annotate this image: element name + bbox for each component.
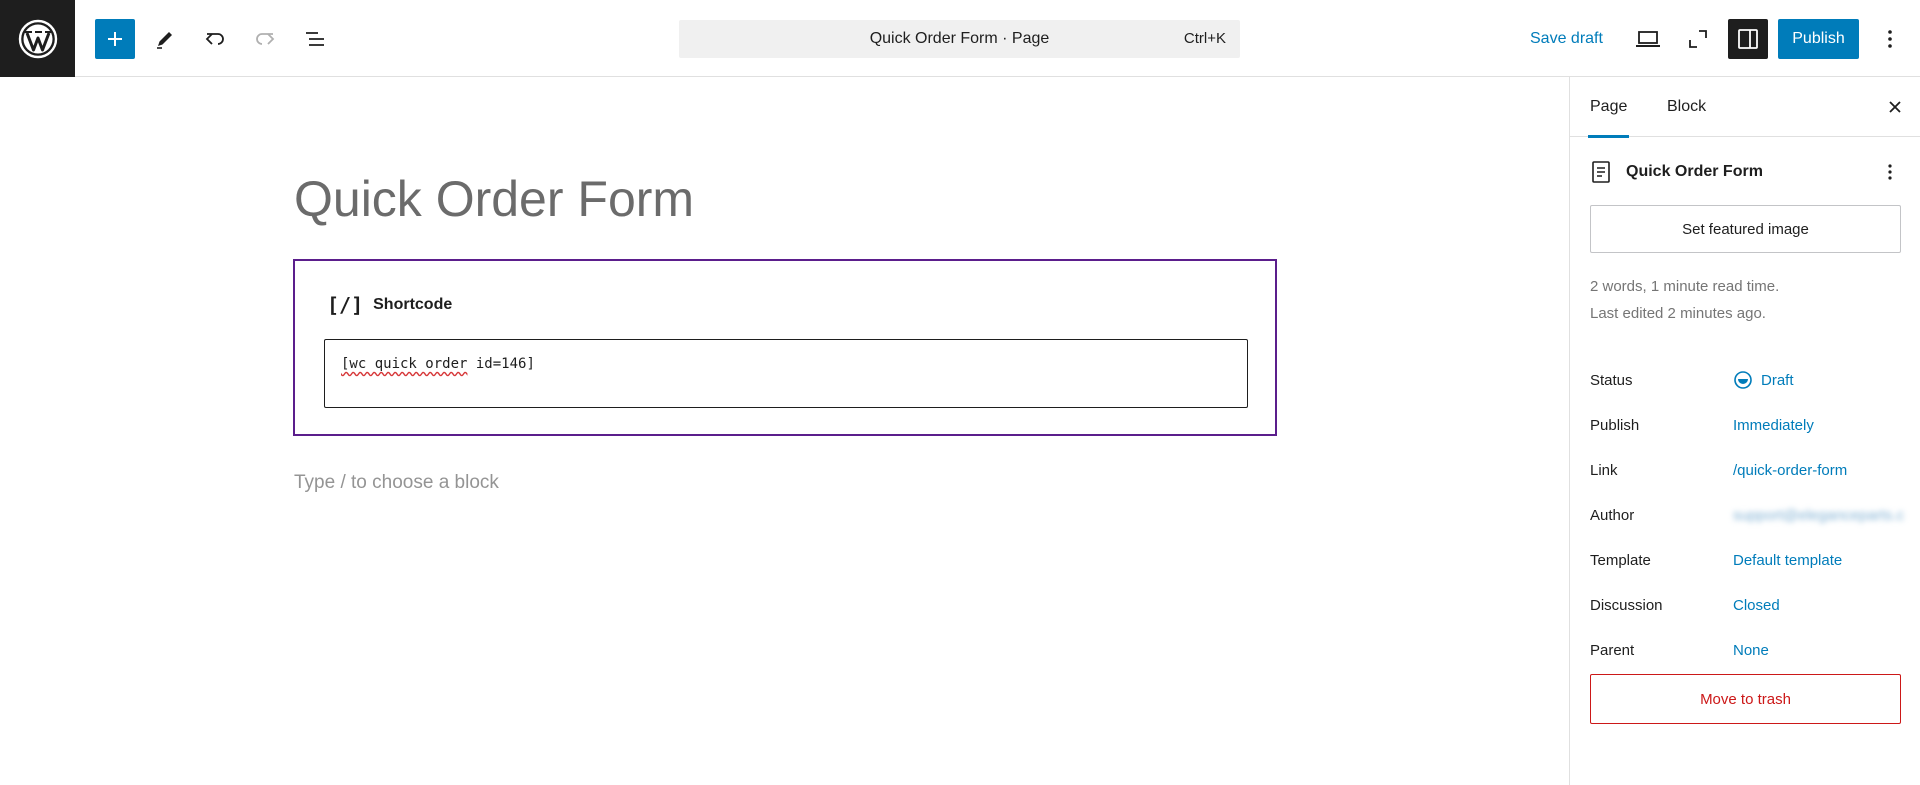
parent-link[interactable]: None	[1733, 642, 1769, 659]
parent-label: Parent	[1590, 641, 1635, 659]
keyboard-shortcut: Ctrl+K	[1183, 30, 1226, 47]
document-actions-button[interactable]	[1875, 157, 1905, 187]
settings-sidebar-toggle[interactable]	[1728, 19, 1768, 59]
discussion-row: Discussion Closed	[1590, 590, 1905, 620]
author-row: Author support@eleganceparts.c	[1590, 500, 1905, 530]
close-icon	[1889, 101, 1901, 113]
shortcode-input[interactable]: [wc quick order id=146]	[324, 339, 1248, 408]
permalink-link[interactable]: /quick-order-form	[1733, 462, 1847, 479]
author-label: Author	[1590, 506, 1635, 524]
document-title-label: Quick Order Form	[1626, 163, 1763, 180]
move-to-trash-button[interactable]: Move to trash	[1590, 674, 1901, 724]
save-draft-button[interactable]: Save draft	[1520, 19, 1613, 59]
more-vertical-icon	[1888, 164, 1892, 180]
block-inserter-button[interactable]	[95, 19, 135, 59]
fullscreen-button[interactable]	[1678, 19, 1718, 59]
link-row: Link /quick-order-form	[1590, 455, 1905, 485]
publish-button[interactable]: Publish	[1778, 19, 1859, 59]
link-label: Link	[1590, 461, 1618, 479]
block-appender-placeholder[interactable]: Type / to choose a block	[294, 472, 499, 494]
word-count: 2 words, 1 minute read time.	[1590, 278, 1780, 295]
plus-icon	[108, 32, 122, 46]
block-label: Shortcode	[373, 296, 453, 313]
template-row: Template Default template	[1590, 545, 1905, 575]
publish-label: Publish	[1590, 416, 1640, 434]
status-value: Draft	[1761, 371, 1794, 389]
tab-page[interactable]: Page	[1587, 77, 1630, 138]
editor-canvas: Quick Order Form [/] Shortcode [wc quick…	[0, 77, 1569, 785]
publish-date-link[interactable]: Immediately	[1733, 417, 1814, 434]
author-link[interactable]: support@eleganceparts.c	[1733, 507, 1904, 524]
redo-icon	[256, 33, 275, 45]
document-summary: Quick Order Form	[1590, 157, 1905, 187]
options-menu-button[interactable]	[1870, 19, 1910, 59]
list-view-icon	[306, 32, 324, 46]
sidebar-tabs: Page Block	[1570, 77, 1920, 138]
discussion-label: Discussion	[1590, 596, 1663, 614]
template-label: Template	[1590, 551, 1651, 569]
fullscreen-icon	[1689, 30, 1707, 48]
undo-icon	[205, 33, 224, 45]
undo-button[interactable]	[195, 19, 235, 59]
preview-button[interactable]	[1628, 19, 1668, 59]
wordpress-logo-button[interactable]	[0, 0, 75, 77]
close-sidebar-button[interactable]	[1875, 87, 1915, 127]
status-row: Status Draft	[1590, 365, 1905, 395]
shortcode-icon: [/]	[327, 293, 364, 317]
page-icon	[1592, 161, 1610, 183]
status-toggle[interactable]: Draft	[1733, 370, 1794, 390]
draft-status-icon	[1734, 371, 1752, 389]
set-featured-image-button[interactable]: Set featured image	[1590, 205, 1901, 253]
wordpress-icon	[18, 19, 57, 58]
last-edited: Last edited 2 minutes ago.	[1590, 305, 1766, 322]
document-overview-button[interactable]	[295, 19, 335, 59]
shortcode-block[interactable]: [/] Shortcode [wc quick order id=146]	[293, 259, 1277, 436]
status-label: Status	[1590, 371, 1633, 389]
page-title[interactable]: Quick Order Form	[294, 170, 694, 228]
laptop-icon	[1636, 31, 1660, 47]
document-title: Quick Order Form · Page	[869, 30, 1050, 47]
editor-header: Quick Order Form · Page Ctrl+K Save draf…	[0, 0, 1920, 77]
settings-sidebar: Page Block Quick Order Form Set featured…	[1569, 77, 1920, 785]
template-link[interactable]: Default template	[1733, 552, 1842, 569]
tools-pen-button[interactable]	[145, 19, 185, 59]
tab-block[interactable]: Block	[1667, 77, 1706, 137]
discussion-link[interactable]: Closed	[1733, 597, 1780, 614]
shortcode-text: id=146]	[467, 356, 535, 372]
redo-button[interactable]	[245, 19, 285, 59]
block-header: [/] Shortcode	[327, 293, 452, 317]
shortcode-text-misspelled: [wc quick order	[341, 356, 468, 372]
parent-row: Parent None	[1590, 635, 1905, 665]
command-palette-bar[interactable]: Quick Order Form · Page Ctrl+K	[679, 20, 1240, 58]
publish-row: Publish Immediately	[1590, 410, 1905, 440]
pen-icon	[157, 32, 172, 49]
more-vertical-icon	[1888, 30, 1892, 48]
sidebar-icon	[1738, 29, 1758, 49]
